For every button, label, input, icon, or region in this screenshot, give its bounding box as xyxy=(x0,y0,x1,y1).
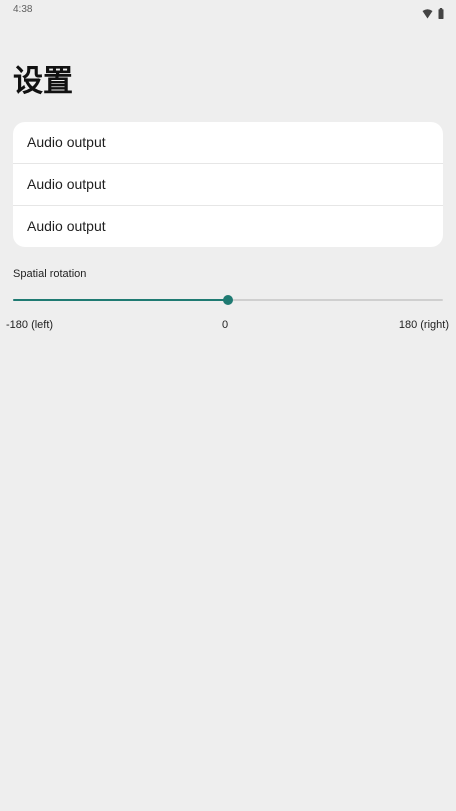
spatial-rotation-slider[interactable] xyxy=(13,290,443,310)
status-bar: 4:38 xyxy=(0,0,456,22)
slider-mid-label: 0 xyxy=(222,319,229,331)
status-time: 4:38 xyxy=(13,4,33,15)
slider-thumb[interactable] xyxy=(223,295,233,305)
settings-item-audio-output-1[interactable]: Audio output xyxy=(13,122,443,164)
settings-item-audio-output-3[interactable]: Audio output xyxy=(13,206,443,247)
slider-max-label: 180 (right) xyxy=(398,319,449,331)
slider-fill xyxy=(13,299,228,301)
settings-card: Audio output Audio output Audio output xyxy=(13,122,443,247)
wifi-icon xyxy=(422,4,433,23)
slider-min-label: -180 (left) xyxy=(6,319,54,331)
battery-icon xyxy=(438,4,444,23)
page-title: 设置 xyxy=(13,64,73,99)
status-icons xyxy=(422,4,444,23)
spatial-rotation-label: Spatial rotation xyxy=(13,268,87,280)
settings-item-audio-output-2[interactable]: Audio output xyxy=(13,164,443,206)
